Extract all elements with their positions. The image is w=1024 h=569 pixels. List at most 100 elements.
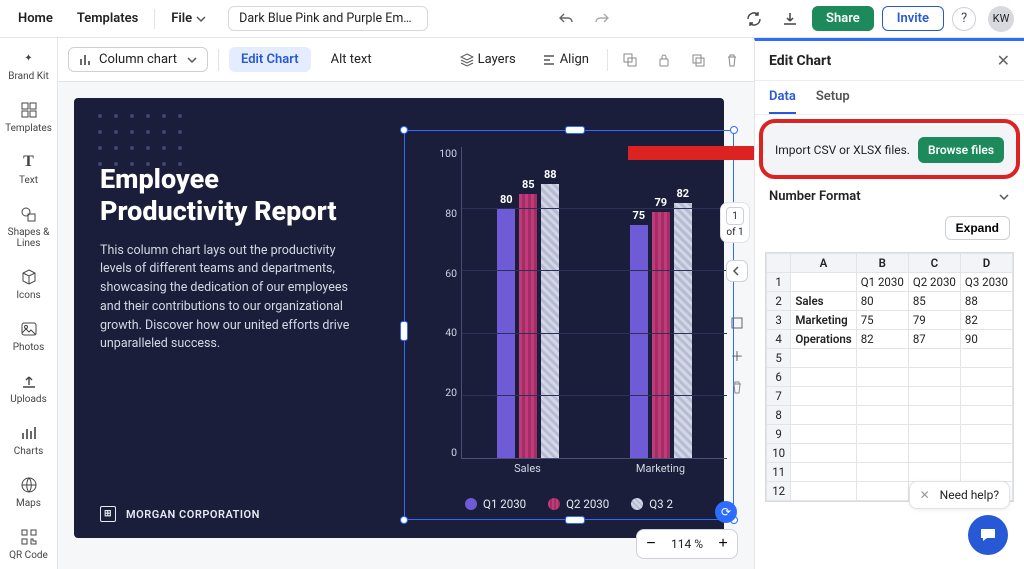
layers-button[interactable]: Layers: [452, 48, 524, 71]
rail-charts[interactable]: Charts: [0, 423, 57, 457]
chat-fab[interactable]: [968, 515, 1008, 555]
page-total: of 1: [726, 227, 743, 238]
help-icon[interactable]: ?: [952, 7, 976, 31]
rail-label: Brand Kit: [8, 71, 48, 82]
chevron-down-icon: [187, 55, 197, 65]
nav-templates[interactable]: Templates: [69, 7, 146, 30]
rail-photos[interactable]: Photos: [0, 319, 57, 353]
grid-icon: [19, 100, 39, 120]
undo-button[interactable]: [552, 5, 580, 33]
slide[interactable]: Employee Productivity Report This column…: [74, 98, 724, 538]
qrcode-icon: [19, 527, 39, 547]
side-tools: ＋: [726, 312, 748, 398]
text-icon: T: [19, 152, 39, 172]
invite-button[interactable]: Invite: [882, 6, 944, 31]
avatar[interactable]: KW: [988, 6, 1014, 32]
chart-type-select[interactable]: Column chart: [68, 47, 208, 72]
rail-label: Uploads: [10, 394, 46, 405]
page-indicator: 1 of 1: [720, 202, 750, 243]
rail-icons[interactable]: Icons: [0, 267, 57, 301]
rail-shapes[interactable]: Shapes & Lines: [0, 204, 57, 249]
delete-page-button[interactable]: [726, 376, 748, 398]
chart-type-label: Column chart: [99, 52, 177, 67]
topbar: Home Templates File Dark Blue Pink and P…: [0, 0, 1024, 38]
help-close-icon[interactable]: ✕: [920, 488, 930, 502]
help-label: Need help?: [940, 488, 999, 502]
chart-icon: [19, 423, 39, 443]
rail-brand-kit[interactable]: ✦ Brand Kit: [0, 48, 57, 82]
rail-label: Photos: [13, 342, 45, 353]
file-label: File: [171, 11, 192, 26]
rail-label: QR Code: [9, 550, 48, 561]
rail-uploads[interactable]: Uploads: [0, 371, 57, 405]
rail-label: Maps: [16, 498, 41, 509]
lock-icon[interactable]: [652, 48, 676, 72]
data-sheet[interactable]: ABCD1Q1 2030Q2 2030Q3 20302Sales8085883M…: [765, 252, 1014, 502]
chart-selection[interactable]: ⟳ 100806040200 808588757982 SalesMarketi…: [404, 130, 734, 520]
rail-label: Icons: [16, 290, 40, 301]
number-format-label: Number Format: [769, 189, 861, 204]
collapse-pages-button[interactable]: [726, 260, 748, 282]
redo-button[interactable]: [588, 5, 616, 33]
canvas-area[interactable]: Employee Productivity Report This column…: [58, 82, 754, 569]
layers-label: Layers: [478, 52, 516, 67]
chevron-down-icon: [196, 14, 206, 24]
upload-icon: [19, 371, 39, 391]
align-icon: [542, 53, 556, 67]
rail-templates[interactable]: Templates: [0, 100, 57, 134]
globe-icon: [19, 475, 39, 495]
align-button[interactable]: Align: [534, 48, 597, 71]
plot-area: 808588757982: [461, 147, 727, 459]
rail-label: Charts: [14, 446, 44, 457]
delete-icon[interactable]: [720, 48, 744, 72]
corp-label: MORGAN CORPORATION: [126, 508, 260, 521]
browse-files-button[interactable]: Browse files: [918, 137, 1004, 163]
edit-chart-button[interactable]: Edit Chart: [229, 47, 311, 72]
add-page-button[interactable]: ＋: [726, 344, 748, 366]
file-menu[interactable]: File: [163, 7, 214, 30]
tab-setup[interactable]: Setup: [816, 89, 850, 114]
group-icon[interactable]: [618, 48, 642, 72]
building-icon: ⊞: [100, 506, 116, 522]
pan-tool-icon[interactable]: [726, 312, 748, 334]
doc-title-input[interactable]: Dark Blue Pink and Purple Employ...: [228, 6, 428, 31]
zoom-in-button[interactable]: +: [709, 530, 737, 558]
zoom-value[interactable]: 114 %: [665, 537, 709, 551]
y-axis: 100806040200: [435, 147, 457, 459]
shapes-icon: [19, 204, 39, 224]
layers-icon: [460, 53, 474, 67]
close-icon[interactable]: ✕: [997, 51, 1010, 70]
align-label: Align: [560, 52, 589, 67]
chart-legend: Q1 2030Q2 2030Q3 2: [405, 497, 733, 511]
image-icon: [19, 319, 39, 339]
zoom-out-button[interactable]: −: [637, 530, 665, 558]
expand-button[interactable]: Expand: [945, 216, 1010, 240]
sparkle-icon: ✦: [19, 48, 39, 68]
panel-title: Edit Chart: [769, 53, 831, 69]
rail-maps[interactable]: Maps: [0, 475, 57, 509]
help-chip[interactable]: ✕ Need help?: [909, 481, 1010, 509]
zoom-control: − 114 % +: [636, 529, 738, 559]
slide-title: Employee Productivity Report: [100, 164, 360, 228]
alt-text-button[interactable]: Alt text: [321, 47, 382, 72]
left-rail: ✦ Brand Kit Templates T Text Shapes & Line…: [0, 38, 58, 569]
nav-home[interactable]: Home: [10, 7, 61, 30]
share-button[interactable]: Share: [812, 6, 874, 31]
rail-label: Text: [19, 175, 38, 186]
edit-chart-panel: Edit Chart ✕ Data Setup Import CSV or XL…: [754, 38, 1024, 569]
rail-qrcode[interactable]: QR Code: [0, 527, 57, 561]
page-number[interactable]: 1: [726, 207, 744, 225]
column-chart-icon: [79, 53, 93, 67]
slide-body: This column chart lays out the productiv…: [100, 242, 360, 355]
download-button[interactable]: [776, 5, 804, 33]
panel-tabs: Data Setup: [755, 81, 1024, 115]
arrow-annotation: [628, 138, 754, 168]
sync-icon[interactable]: [740, 5, 768, 33]
rail-label: Shapes & Lines: [0, 227, 57, 249]
number-format-row[interactable]: Number Format: [755, 175, 1024, 210]
tab-data[interactable]: Data: [769, 89, 796, 114]
corporation-footer: ⊞ MORGAN CORPORATION: [100, 506, 260, 522]
rail-text[interactable]: T Text: [0, 152, 57, 186]
duplicate-icon[interactable]: [686, 48, 710, 72]
cube-icon: [19, 267, 39, 287]
